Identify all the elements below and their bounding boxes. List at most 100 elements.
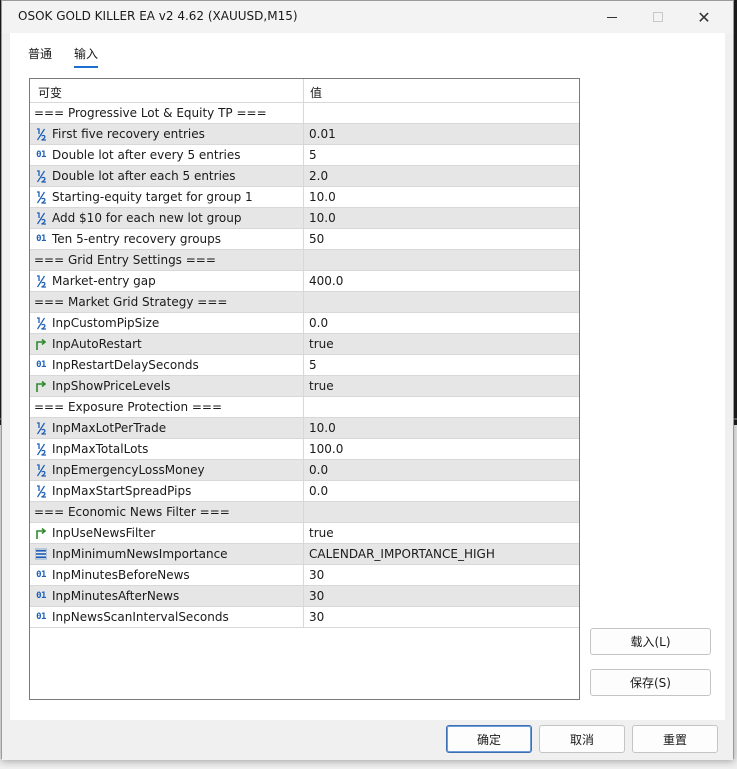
- minimize-button[interactable]: [589, 1, 635, 33]
- variable-name: Add $10 for each new lot group: [52, 211, 242, 225]
- value-cell[interactable]: 5: [304, 145, 579, 165]
- integer-type-icon: 01: [36, 150, 46, 160]
- table-row[interactable]: InpMaxStartSpreadPips 0.0: [30, 481, 579, 502]
- value-cell[interactable]: true: [304, 376, 579, 396]
- tab-common[interactable]: 普通: [28, 45, 52, 66]
- variable-cell: === Exposure Protection ===: [30, 397, 304, 417]
- value-cell[interactable]: 5: [304, 355, 579, 375]
- table-row[interactable]: Double lot after each 5 entries 2.0: [30, 166, 579, 187]
- variable-cell: Starting-equity target for group 1: [30, 187, 304, 207]
- value-cell[interactable]: 10.0: [304, 418, 579, 438]
- integer-type-icon: 01: [36, 612, 46, 622]
- variable-cell: InpAutoRestart: [30, 334, 304, 354]
- table-row[interactable]: InpMaxTotalLots 100.0: [30, 439, 579, 460]
- table-row[interactable]: 01 Ten 5-entry recovery groups 50: [30, 229, 579, 250]
- table-row[interactable]: InpCustomPipSize 0.0: [30, 313, 579, 334]
- table-row[interactable]: Market-entry gap 400.0: [30, 271, 579, 292]
- table-row[interactable]: 01 InpRestartDelaySeconds 5: [30, 355, 579, 376]
- inputs-table: 可变 值 === Progressive Lot & Equity TP ===…: [29, 78, 580, 700]
- variable-name: InpMinutesAfterNews: [52, 589, 180, 603]
- variable-cell: Double lot after each 5 entries: [30, 166, 304, 186]
- value-cell[interactable]: 30: [304, 565, 579, 585]
- inputs-panel: 普通 输入 可变 值 === Progressive Lot & Equity …: [10, 33, 725, 720]
- ok-button[interactable]: 确定: [446, 725, 532, 753]
- double-type-icon: [34, 169, 48, 183]
- value-cell[interactable]: 0.0: [304, 460, 579, 480]
- maximize-icon: [653, 12, 663, 22]
- variable-name: === Progressive Lot & Equity TP ===: [34, 106, 267, 120]
- enum-type-icon: [34, 547, 48, 561]
- table-header: 可变 值: [30, 79, 579, 103]
- value-cell[interactable]: 30: [304, 586, 579, 606]
- variable-cell: InpEmergencyLossMoney: [30, 460, 304, 480]
- section-row[interactable]: === Exposure Protection ===: [30, 397, 579, 418]
- value-cell[interactable]: 400.0: [304, 271, 579, 291]
- double-type-icon: [34, 484, 48, 498]
- variable-cell: === Grid Entry Settings ===: [30, 250, 304, 270]
- table-row[interactable]: First five recovery entries 0.01: [30, 124, 579, 145]
- table-row[interactable]: InpEmergencyLossMoney 0.0: [30, 460, 579, 481]
- variable-name: InpMaxStartSpreadPips: [52, 484, 192, 498]
- table-row[interactable]: InpMinimumNewsImportance CALENDAR_IMPORTA…: [30, 544, 579, 565]
- variable-name: InpCustomPipSize: [52, 316, 160, 330]
- value-cell[interactable]: 50: [304, 229, 579, 249]
- table-row[interactable]: InpShowPriceLevels true: [30, 376, 579, 397]
- column-header-variable[interactable]: 可变: [30, 79, 304, 102]
- table-row[interactable]: InpUseNewsFilter true: [30, 523, 579, 544]
- section-row[interactable]: === Grid Entry Settings ===: [30, 250, 579, 271]
- variable-name: === Market Grid Strategy ===: [34, 295, 228, 309]
- value-cell: [304, 250, 579, 270]
- section-row[interactable]: === Market Grid Strategy ===: [30, 292, 579, 313]
- table-row[interactable]: 01 InpMinutesAfterNews 30: [30, 586, 579, 607]
- table-row[interactable]: 01 Double lot after every 5 entries 5: [30, 145, 579, 166]
- save-button[interactable]: 保存(S): [590, 669, 711, 696]
- variable-name: InpRestartDelaySeconds: [52, 358, 199, 372]
- boolean-type-icon: [34, 379, 48, 393]
- tab-strip: 普通 输入: [28, 45, 99, 68]
- reset-button[interactable]: 重置: [632, 725, 718, 753]
- section-row[interactable]: === Progressive Lot & Equity TP ===: [30, 103, 579, 124]
- value-cell[interactable]: 10.0: [304, 187, 579, 207]
- variable-name: InpNewsScanIntervalSeconds: [52, 610, 229, 624]
- variable-name: InpMaxLotPerTrade: [52, 421, 167, 435]
- value-cell[interactable]: 0.0: [304, 313, 579, 333]
- value-cell[interactable]: CALENDAR_IMPORTANCE_HIGH: [304, 544, 579, 564]
- boolean-type-icon: [34, 337, 48, 351]
- variable-name: === Economic News Filter ===: [34, 505, 230, 519]
- value-cell[interactable]: 0.0: [304, 481, 579, 501]
- table-row[interactable]: InpMaxLotPerTrade 10.0: [30, 418, 579, 439]
- variable-name: Ten 5-entry recovery groups: [52, 232, 222, 246]
- table-row[interactable]: 01 InpMinutesBeforeNews 30: [30, 565, 579, 586]
- ea-properties-dialog: OSOK GOLD KILLER EA v2 4.62 (XAUUSD,M15)…: [1, 0, 734, 760]
- load-button[interactable]: 载入(L): [590, 628, 711, 655]
- column-header-value[interactable]: 值: [304, 79, 579, 102]
- value-cell[interactable]: true: [304, 523, 579, 543]
- variable-cell: Add $10 for each new lot group: [30, 208, 304, 228]
- table-row[interactable]: 01 InpNewsScanIntervalSeconds 30: [30, 607, 579, 628]
- section-row[interactable]: === Economic News Filter ===: [30, 502, 579, 523]
- variable-name: InpAutoRestart: [52, 337, 142, 351]
- table-row[interactable]: InpAutoRestart true: [30, 334, 579, 355]
- close-button[interactable]: ✕: [681, 1, 727, 33]
- double-type-icon: [34, 190, 48, 204]
- table-row[interactable]: Starting-equity target for group 1 10.0: [30, 187, 579, 208]
- value-cell[interactable]: 0.01: [304, 124, 579, 144]
- table-row[interactable]: Add $10 for each new lot group 10.0: [30, 208, 579, 229]
- variable-name: InpShowPriceLevels: [52, 379, 171, 393]
- value-cell[interactable]: 2.0: [304, 166, 579, 186]
- value-cell[interactable]: 30: [304, 607, 579, 627]
- integer-type-icon: 01: [36, 591, 46, 601]
- variable-name: Double lot after each 5 entries: [52, 169, 236, 183]
- value-cell[interactable]: 10.0: [304, 208, 579, 228]
- cancel-button[interactable]: 取消: [539, 725, 625, 753]
- variable-cell: 01 InpNewsScanIntervalSeconds: [30, 607, 304, 627]
- variable-cell: === Progressive Lot & Equity TP ===: [30, 103, 304, 123]
- maximize-button: [635, 1, 681, 33]
- value-cell: [304, 292, 579, 312]
- value-cell[interactable]: 100.0: [304, 439, 579, 459]
- integer-type-icon: 01: [36, 360, 46, 370]
- close-icon: ✕: [697, 7, 711, 27]
- value-cell[interactable]: true: [304, 334, 579, 354]
- variable-cell: InpShowPriceLevels: [30, 376, 304, 396]
- tab-inputs[interactable]: 输入: [74, 45, 99, 68]
